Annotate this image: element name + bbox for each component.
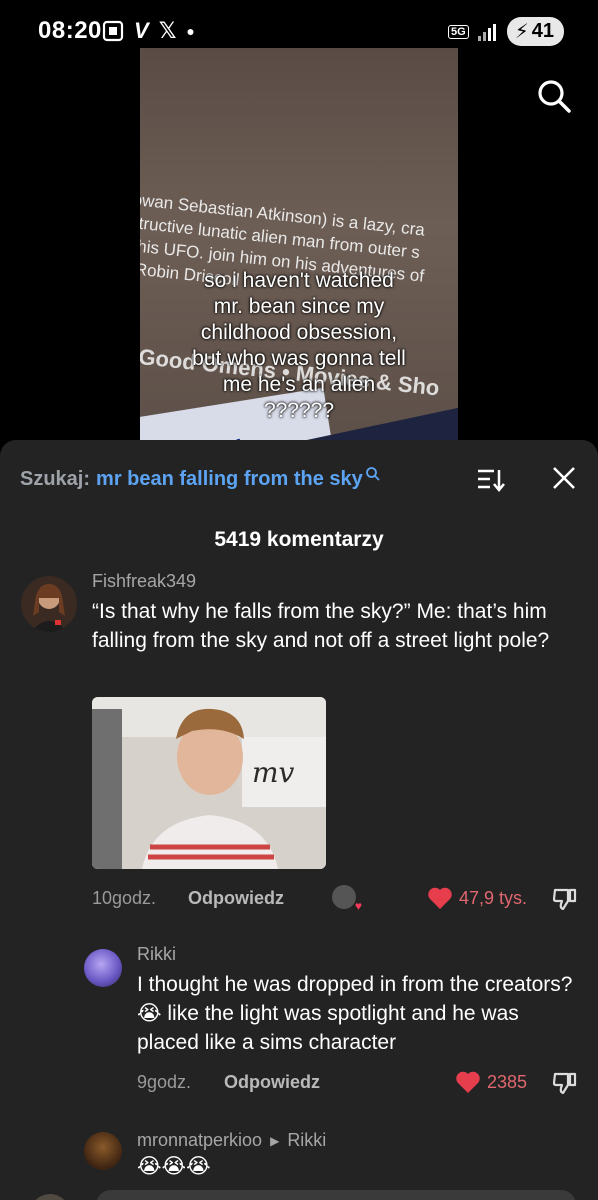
avatar[interactable]	[84, 1132, 122, 1170]
reply-button[interactable]: Odpowiedz	[224, 1072, 320, 1093]
charging-icon: ⚡	[514, 21, 529, 43]
search-query[interactable]: mr bean falling from the sky	[96, 468, 363, 491]
heart-icon	[428, 887, 452, 909]
search-label: Szukaj:	[20, 467, 91, 490]
comment-text: I thought he was dropped in from the cre…	[137, 973, 573, 1054]
add-comment-input[interactable]	[96, 1190, 576, 1200]
comment-username[interactable]: mronnatperkioo ▶ Rikki	[137, 1130, 326, 1151]
video-caption: so i haven't watched mr. bean since my c…	[192, 269, 406, 422]
video-player[interactable]: owan Sebastian Atkinson) is a lazy, cra …	[140, 48, 458, 443]
close-icon[interactable]	[550, 464, 578, 492]
search-icon	[365, 467, 380, 481]
svg-text:mv: mv	[252, 756, 295, 789]
comment-time: 9godz.	[137, 1072, 192, 1092]
v-app-icon: V	[134, 18, 149, 43]
like-count: 2385	[487, 1071, 528, 1092]
sort-icon[interactable]	[476, 466, 506, 494]
comment-time: 10godz.	[92, 888, 157, 908]
comment-text: 😭😭😭	[137, 1155, 211, 1178]
creator-liked-avatar: ♥	[332, 885, 362, 913]
comment-search-bar[interactable]: Szukaj: mr bean falling from the sky	[20, 462, 381, 496]
clock: 08:20	[38, 17, 102, 44]
like-count: 47,9 tys.	[459, 887, 528, 908]
heart-icon: ♥	[354, 899, 362, 913]
comment-count: 5419 komentarzy	[214, 528, 384, 551]
battery-indicator: ⚡ 41	[506, 17, 564, 46]
heart-icon	[456, 1071, 480, 1093]
screenshot-icon	[102, 20, 124, 42]
reply-arrow-icon: ▶	[270, 1133, 280, 1148]
search-icon[interactable]	[536, 78, 572, 114]
reply-button[interactable]: Odpowiedz	[188, 888, 284, 909]
comment-username[interactable]: Fishfreak349	[92, 571, 196, 592]
like-button[interactable]: 47,9 tys.	[427, 886, 527, 910]
comment-username[interactable]: Rikki	[137, 944, 176, 965]
reply-to-username[interactable]: Rikki	[287, 1130, 326, 1151]
avatar[interactable]	[21, 576, 77, 632]
avatar[interactable]	[84, 949, 122, 987]
dislike-icon[interactable]	[552, 1070, 578, 1096]
my-avatar	[30, 1194, 70, 1200]
signal-icon	[477, 23, 496, 41]
username-text: mronnatperkioo	[137, 1130, 263, 1150]
comment-text: “Is that why he falls from the sky?” Me:…	[92, 600, 550, 652]
like-button[interactable]: 2385	[455, 1070, 527, 1094]
dot-icon: ●	[186, 23, 195, 39]
comments-sheet: Szukaj: mr bean falling from the sky 541…	[0, 440, 598, 1200]
dislike-icon[interactable]	[552, 886, 578, 912]
notification-icons: V 𝕏 ●	[102, 18, 195, 44]
comment-gif[interactable]: mv	[92, 697, 326, 869]
battery-level: 41	[531, 20, 554, 42]
network-5g-icon: 5G	[448, 24, 469, 39]
x-app-icon: 𝕏	[158, 18, 177, 43]
